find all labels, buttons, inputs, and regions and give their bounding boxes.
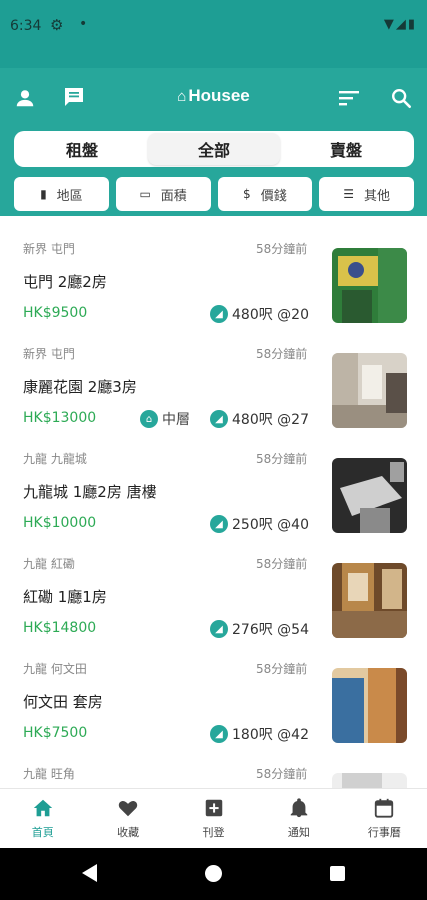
home-circle-icon[interactable]: [205, 865, 222, 882]
listing-district: 九龍 何文田: [23, 662, 87, 676]
heart-icon: [117, 797, 139, 821]
listing-photo: [332, 353, 407, 428]
home-icon: [32, 797, 54, 821]
listing-price: HK$10000: [23, 515, 97, 531]
listing-district: 九龍 紅磡: [23, 557, 75, 571]
tab-rent[interactable]: 租盤: [16, 133, 148, 165]
bell-icon: [288, 797, 310, 821]
search-button[interactable]: [388, 85, 414, 111]
dollar-icon: $: [243, 187, 251, 201]
nav-favorites[interactable]: 收藏: [85, 789, 170, 848]
status-bar: 6:34 ⚙ • ▼◢▮: [0, 0, 427, 68]
plus-box-icon: [203, 797, 225, 821]
wifi-icon: ▼: [383, 17, 396, 32]
tab-sale[interactable]: 賣盤: [280, 133, 412, 165]
nav-post[interactable]: 刊登: [171, 789, 256, 848]
listing-item[interactable]: 九龍 旺角 58分鐘前: [0, 741, 427, 788]
listing-title: 紅磡 1廳1房: [23, 588, 107, 606]
listing-price: HK$13000: [23, 410, 97, 426]
system-navigation-bar: [0, 848, 427, 900]
nav-notifications[interactable]: 通知: [256, 789, 341, 848]
filter-other-button[interactable]: ☰ 其他: [319, 177, 414, 211]
filter-price-button[interactable]: $ 價錢: [217, 177, 313, 211]
battery-icon: ▮: [407, 17, 417, 32]
notification-dot-icon: •: [79, 16, 88, 32]
listing-title: 何文田 套房: [23, 693, 103, 711]
tab-all[interactable]: 全部: [148, 133, 280, 165]
listing-price: HK$14800: [23, 620, 97, 636]
listing-price: HK$7500: [23, 725, 88, 741]
nav-calendar[interactable]: 行事曆: [342, 789, 427, 848]
listing-list: 新界 屯門 58分鐘前 屯門 2廳2房 HK$9500 ◢ 480呎 @20 新界…: [0, 216, 427, 788]
map-icon: ▮: [40, 187, 47, 201]
listing-photo: [332, 458, 407, 533]
listing-photo: [332, 563, 407, 638]
status-time: 6:34: [10, 18, 42, 34]
search-icon: [392, 89, 411, 108]
sort-button[interactable]: [336, 86, 362, 110]
listing-time: 58分鐘前: [256, 242, 308, 256]
back-icon[interactable]: [82, 864, 97, 882]
listing-title: 康麗花園 2廳3房: [23, 378, 137, 396]
filter-area-button[interactable]: ▭ 面積: [115, 177, 211, 211]
filter-label: 價錢: [260, 188, 287, 204]
filter-bar: ▮ 地區 ▭ 面積 $ 價錢 ☰ 其他: [14, 177, 414, 211]
filter-label: 其他: [364, 188, 391, 204]
listing-district: 新界 屯門: [23, 242, 75, 256]
filter-label: 面積: [160, 188, 187, 204]
listing-time: 58分鐘前: [256, 767, 308, 781]
nav-label: 刊登: [202, 826, 225, 839]
listing-item[interactable]: 九龍 九龍城 58分鐘前 九龍城 1廳2房 唐樓 HK$10000 ◢ 250呎 …: [0, 426, 427, 533]
brand-name: Housee: [188, 86, 250, 105]
lines-icon: ☰: [343, 187, 354, 201]
listing-item[interactable]: 新界 屯門 58分鐘前 屯門 2廳2房 HK$9500 ◢ 480呎 @20: [0, 216, 427, 323]
signal-icon: ◢: [395, 17, 408, 32]
nav-label: 收藏: [117, 826, 140, 839]
settings-gear-icon: ⚙: [50, 16, 64, 34]
listing-time: 58分鐘前: [256, 347, 308, 361]
recent-apps-icon[interactable]: [330, 866, 345, 881]
listing-time: 58分鐘前: [256, 557, 308, 571]
listing-item[interactable]: 新界 屯門 58分鐘前 康麗花園 2廳3房 HK$13000 ⌂ 中層 ◢ 480呎…: [0, 321, 427, 428]
sort-icon: [339, 91, 359, 106]
listing-district: 九龍 九龍城: [23, 452, 87, 466]
listing-photo: [332, 773, 407, 788]
brand-logo: ⌂ Housee: [0, 86, 427, 106]
house-logo-icon: ⌂: [177, 88, 187, 105]
listing-title: 九龍城 1廳2房 唐樓: [23, 483, 157, 501]
listing-district: 九龍 旺角: [23, 767, 75, 781]
listing-price: HK$9500: [23, 305, 88, 321]
nav-home[interactable]: 首頁: [0, 789, 85, 848]
listing-item[interactable]: 九龍 紅磡 58分鐘前 紅磡 1廳1房 HK$14800 ◢ 276呎 @54: [0, 531, 427, 638]
nav-label: 首頁: [31, 826, 54, 839]
listing-time: 58分鐘前: [256, 662, 308, 676]
listing-item[interactable]: 九龍 何文田 58分鐘前 何文田 套房 HK$7500 ◢ 180呎 @42: [0, 636, 427, 743]
bottom-navigation: 首頁 收藏 刊登 通知 行事曆: [0, 788, 427, 848]
calendar-icon: [373, 797, 395, 821]
listing-district: 新界 屯門: [23, 347, 75, 361]
listing-photo: [332, 668, 407, 743]
filter-label: 地區: [56, 188, 83, 204]
listing-type-segment: 租盤 全部 賣盤: [14, 131, 414, 167]
filter-district-button[interactable]: ▮ 地區: [14, 177, 109, 211]
nav-label: 通知: [287, 826, 310, 839]
listing-title: 屯門 2廳2房: [23, 273, 107, 291]
listing-time: 58分鐘前: [256, 452, 308, 466]
nav-label: 行事曆: [367, 826, 401, 839]
listing-photo: [332, 248, 407, 323]
area-icon: ▭: [139, 187, 151, 201]
